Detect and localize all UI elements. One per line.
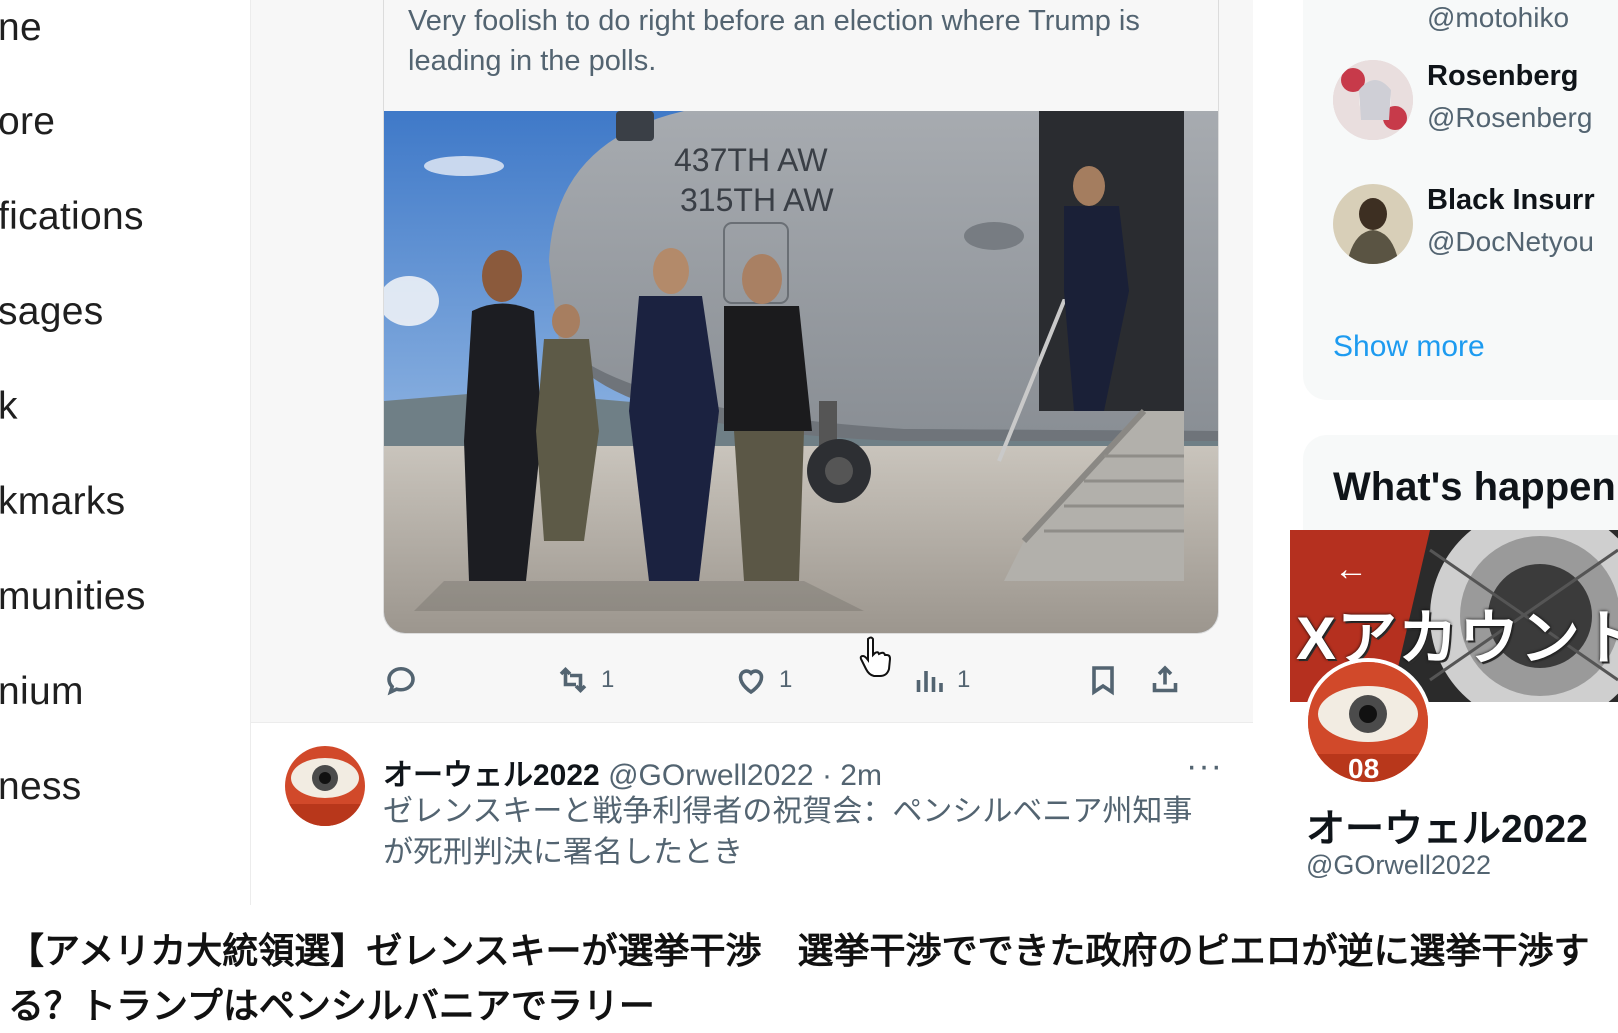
- avatar-badge-number: 08: [1348, 753, 1379, 782]
- like-button[interactable]: 1: [733, 655, 792, 705]
- video-caption-text: 【アメリカ大統領選】ゼレンスキーが選挙干渉 選挙干渉でできた政府のピエロが逆に選…: [8, 930, 1590, 1026]
- show-more-link[interactable]: Show more: [1333, 330, 1485, 364]
- airport-photo-illustration: 437TH AW 315TH AW: [384, 111, 1218, 633]
- who-to-follow-card: @motohiko Rosenberg @Rosenberg Black Ins…: [1303, 0, 1618, 400]
- quoted-post-card[interactable]: Very foolish to do right before an elect…: [383, 0, 1219, 634]
- whats-happening-title: What's happen: [1333, 465, 1616, 509]
- timeline-column: Very foolish to do right before an elect…: [250, 0, 1254, 906]
- nav-item-communities[interactable]: munities: [0, 575, 146, 619]
- nav-item-bookmarks[interactable]: kmarks: [0, 480, 125, 524]
- black-insurr-avatar-image: [1333, 184, 1413, 264]
- more-options-icon[interactable]: ···: [1186, 747, 1223, 786]
- post-text: ゼレンスキーと戦争利得者の祝賀会：ペンシルベニア州知事が死刑判決に署名したとき: [383, 795, 1193, 869]
- aircraft-marking-1: 437TH AW: [674, 142, 828, 178]
- back-arrow-icon[interactable]: ←: [1334, 550, 1368, 589]
- bookmark-icon: [1092, 666, 1114, 696]
- repost-icon: [559, 666, 587, 694]
- reply-button[interactable]: [383, 655, 429, 705]
- profile-hover-card[interactable]: ← Xアカウント 08 オーウェル2022 @GOrwell2022: [1290, 530, 1618, 905]
- repost-count: 1: [601, 666, 615, 693]
- aircraft-marking-2: 315TH AW: [680, 182, 834, 218]
- eye-avatar-image: 08: [1308, 662, 1428, 782]
- rosenberg-avatar-image: [1333, 60, 1413, 140]
- hand-pointer-cursor-icon: [859, 636, 892, 677]
- share-icon: [1152, 665, 1178, 693]
- post-header: オーウェル2022 @GOrwell2022 · 2m: [383, 750, 882, 794]
- quoted-post-text: Very foolish to do right before an elect…: [408, 5, 1140, 77]
- follow-account-name[interactable]: Black Insurr: [1427, 184, 1595, 217]
- follow-account-handle: @DocNetyou: [1427, 226, 1594, 257]
- follow-avatar-black-insurr[interactable]: [1333, 184, 1413, 264]
- views-button[interactable]: 1: [911, 655, 970, 705]
- share-button[interactable]: [1147, 655, 1183, 705]
- follow-account-handle-top: @motohiko: [1427, 2, 1570, 33]
- author-handle-and-time: @GOrwell2022 · 2m: [599, 759, 882, 792]
- follow-account-name[interactable]: Rosenberg: [1427, 60, 1578, 93]
- author-avatar[interactable]: [285, 746, 365, 826]
- reply-icon: [387, 666, 415, 696]
- left-navigation: ne ore fications sages k kmarks munities…: [0, 0, 250, 905]
- bookmark-button[interactable]: [1085, 655, 1121, 705]
- analytics-icon: [916, 671, 943, 692]
- nav-item-explore[interactable]: ore: [0, 100, 55, 144]
- nav-item-premium[interactable]: nium: [0, 670, 84, 714]
- views-count: 1: [957, 666, 971, 693]
- profile-handle: @GOrwell2022: [1306, 850, 1491, 880]
- follow-account-handle: @Rosenberg: [1427, 102, 1593, 133]
- nav-item-home[interactable]: ne: [0, 6, 42, 50]
- like-count: 1: [779, 666, 793, 693]
- follow-avatar-rosenberg[interactable]: [1333, 60, 1413, 140]
- heart-icon: [738, 669, 764, 695]
- profile-display-name[interactable]: オーウェル2022: [1306, 798, 1588, 854]
- post-photo[interactable]: 437TH AW 315TH AW: [384, 111, 1218, 633]
- repost-button[interactable]: 1: [555, 655, 614, 705]
- video-caption-bar: 【アメリカ大統領選】ゼレンスキーが選挙干渉 選挙干渉でできた政府のピエロが逆に選…: [0, 905, 1618, 1032]
- nav-item-business[interactable]: ness: [0, 765, 82, 809]
- nav-item-messages[interactable]: sages: [0, 290, 104, 334]
- profile-avatar[interactable]: 08: [1304, 658, 1432, 786]
- author-display-name[interactable]: オーウェル2022: [383, 759, 600, 792]
- nav-item-notifications[interactable]: fications: [0, 195, 144, 239]
- timeline-post[interactable]: オーウェル2022 @GOrwell2022 · 2m ··· ゼレンスキーと戦…: [251, 722, 1253, 906]
- nav-item-grok[interactable]: k: [0, 385, 18, 429]
- post-action-bar: 1 1 1: [383, 655, 1217, 705]
- eye-avatar-image: [285, 746, 365, 826]
